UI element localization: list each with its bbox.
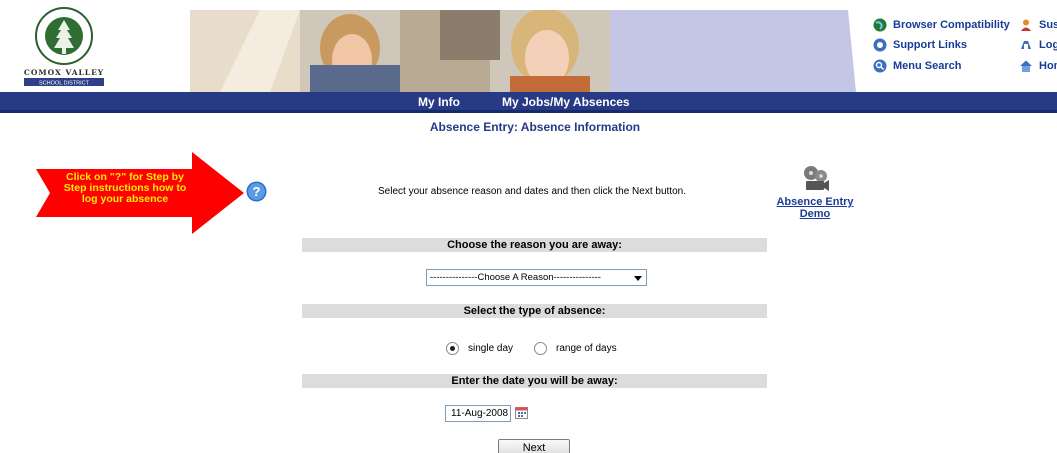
school-district-logo[interactable]: COMOX VALLEY SCHOOL DISTRICT [18,4,110,88]
svg-text:COMOX VALLEY: COMOX VALLEY [24,68,104,77]
header-banner-image [190,10,610,92]
next-button[interactable]: Next [498,439,570,453]
menu-search-link[interactable]: Menu Search [873,59,961,73]
film-reel-icon[interactable] [800,164,830,194]
radio-range-of-days[interactable]: range of days [534,342,617,355]
radio-single-day-control[interactable] [446,342,459,355]
navbar-bottom-strip [0,110,1057,113]
absence-entry-demo-link[interactable]: Absence Entry Demo [765,196,865,220]
svg-text:SCHOOL DISTRICT: SCHOOL DISTRICT [39,81,90,87]
absence-date-input[interactable]: 11-Aug-2008 [445,405,511,422]
menu-search-label: Menu Search [893,60,962,72]
svg-text:?: ? [253,184,261,199]
nav-my-jobs-absences[interactable]: My Jobs/My Absences [502,95,630,109]
browser-compatibility-label: Browser Compatibility [893,19,1010,31]
logout-label: Logo [1039,39,1057,51]
radio-range-of-days-label: range of days [556,343,617,354]
chevron-down-icon [634,276,642,281]
logout-link[interactable]: Logo [1019,38,1057,52]
absence-type-section-header: Select the type of absence: [302,304,767,318]
main-navbar: My Info My Jobs/My Absences [0,92,1057,113]
support-icon [873,38,887,52]
user-link[interactable]: Susa [1019,18,1057,32]
radio-single-day-label: single day [468,343,514,354]
calendar-icon[interactable] [515,406,528,419]
radio-range-of-days-control[interactable] [534,342,547,355]
header: COMOX VALLEY SCHOOL DISTRICT Browser Com… [0,0,1057,92]
reason-select[interactable]: ---------------Choose A Reason----------… [426,269,647,286]
home-label: Hom [1039,60,1057,72]
support-links-link[interactable]: Support Links [873,38,967,52]
search-icon [873,59,887,73]
globe-icon [873,18,887,32]
help-question-icon[interactable]: ? [246,181,267,202]
reason-select-value: ---------------Choose A Reason----------… [430,272,601,283]
date-section-header: Enter the date you will be away: [302,374,767,388]
home-link[interactable]: Hom [1019,59,1057,73]
user-icon [1021,19,1031,31]
logout-icon [1021,41,1031,49]
banner-tail [610,10,862,92]
nav-my-info[interactable]: My Info [418,95,460,109]
instructions-text: Select your absence reason and dates and… [378,186,686,197]
browser-compatibility-link[interactable]: Browser Compatibility [873,18,1010,32]
home-icon [1020,60,1032,72]
callout-text: Click on "?" for Step by Step instructio… [63,171,187,205]
reason-section-header: Choose the reason you are away: [302,238,767,252]
support-links-label: Support Links [893,39,967,51]
user-name: Susa [1039,19,1057,31]
radio-single-day[interactable]: single day [446,342,513,355]
page-title: Absence Entry: Absence Information [429,120,641,134]
